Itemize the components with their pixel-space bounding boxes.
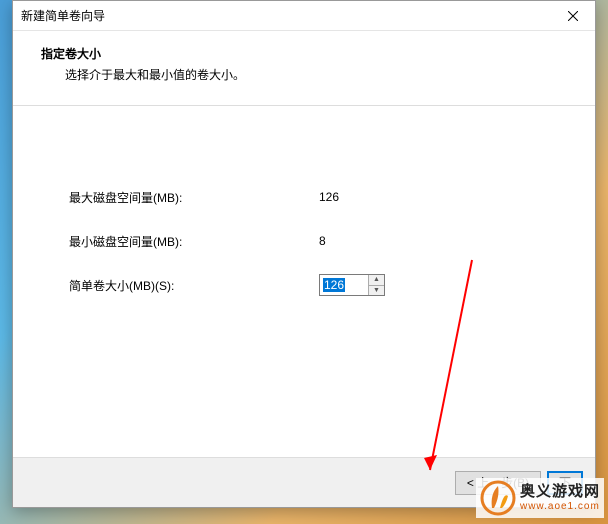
volume-size-row: 简单卷大小(MB)(S): 126 ▲ ▼ — [69, 274, 555, 296]
wizard-dialog: 新建简单卷向导 指定卷大小 选择介于最大和最小值的卷大小。 最大磁盘空间量(MB… — [12, 0, 596, 508]
close-button[interactable] — [550, 1, 595, 31]
dialog-title: 新建简单卷向导 — [21, 7, 105, 24]
volume-size-label: 简单卷大小(MB)(S): — [69, 277, 319, 294]
spinner-down-button[interactable]: ▼ — [369, 286, 384, 296]
volume-size-input[interactable]: 126 — [320, 275, 368, 295]
header-section: 指定卷大小 选择介于最大和最小值的卷大小。 — [13, 31, 595, 93]
min-disk-value: 8 — [319, 234, 326, 248]
watermark: 奥义游戏网 www.aoe1.com — [476, 478, 604, 518]
close-icon — [568, 11, 578, 21]
header-subtitle: 选择介于最大和最小值的卷大小。 — [41, 66, 575, 83]
min-disk-row: 最小磁盘空间量(MB): 8 — [69, 230, 555, 252]
titlebar: 新建简单卷向导 — [13, 1, 595, 31]
max-disk-value: 126 — [319, 190, 339, 204]
watermark-text: 奥义游戏网 www.aoe1.com — [520, 484, 600, 512]
spinner-buttons: ▲ ▼ — [368, 275, 384, 295]
volume-size-spinner[interactable]: 126 ▲ ▼ — [319, 274, 385, 296]
watermark-en: www.aoe1.com — [520, 501, 600, 512]
watermark-cn: 奥义游戏网 — [520, 484, 600, 501]
min-disk-label: 最小磁盘空间量(MB): — [69, 233, 319, 250]
watermark-logo-icon — [480, 480, 516, 516]
content-area: 最大磁盘空间量(MB): 126 最小磁盘空间量(MB): 8 简单卷大小(MB… — [13, 106, 595, 338]
max-disk-row: 最大磁盘空间量(MB): 126 — [69, 186, 555, 208]
header-title: 指定卷大小 — [41, 45, 575, 62]
spinner-up-button[interactable]: ▲ — [369, 275, 384, 286]
max-disk-label: 最大磁盘空间量(MB): — [69, 189, 319, 206]
